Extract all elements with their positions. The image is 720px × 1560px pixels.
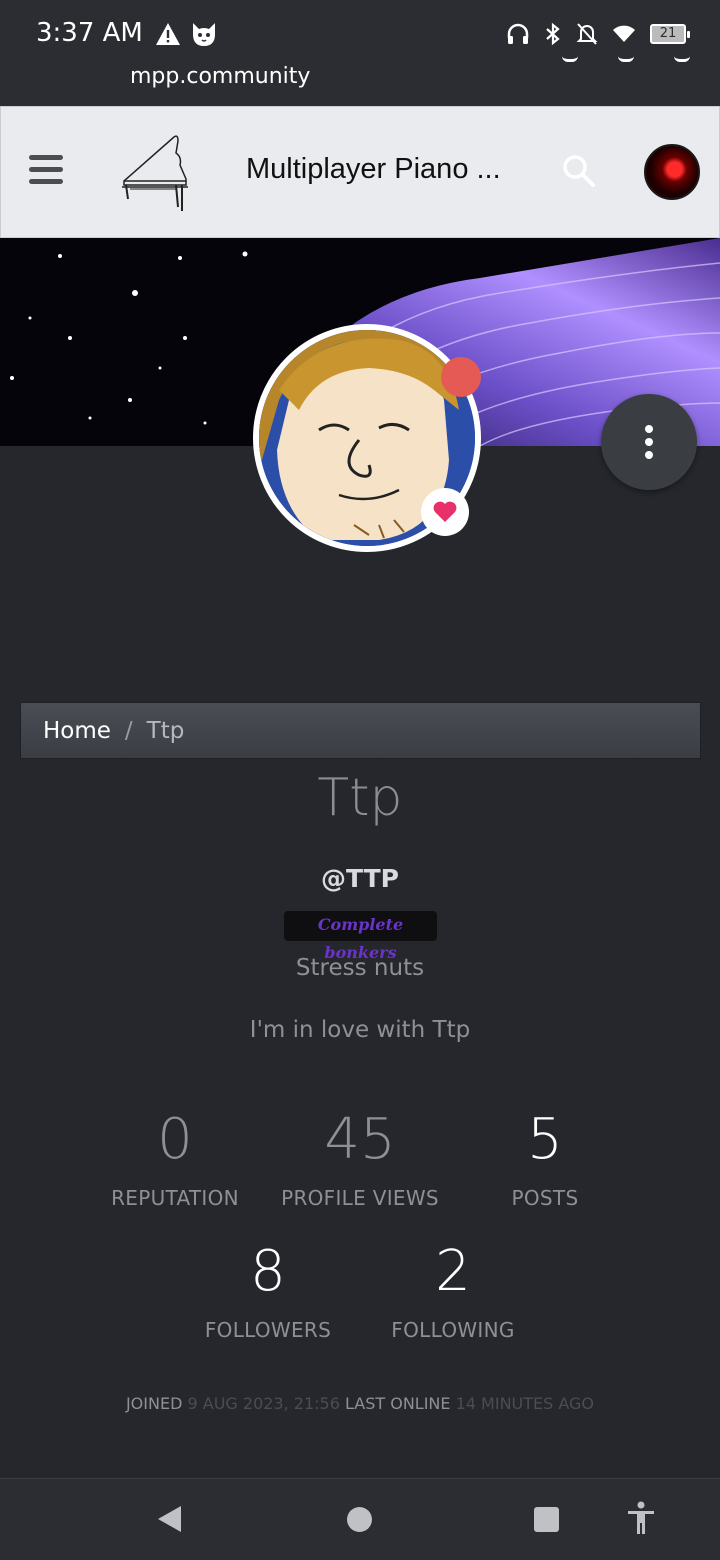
online-status-indicator (441, 357, 481, 397)
bluetooth-icon (546, 22, 560, 46)
profile-username: @TTP (320, 864, 399, 893)
back-icon[interactable] (157, 1505, 183, 1533)
recents-icon[interactable] (534, 1507, 559, 1532)
more-vertical-icon (645, 425, 653, 433)
stat-followers[interactable]: 8 FOLLOWERS (168, 1239, 368, 1343)
stat-label: FOLLOWERS (204, 1318, 332, 1342)
stat-label: POSTS (511, 1186, 579, 1210)
cat-icon (193, 23, 215, 46)
breadcrumb-current: Ttp (146, 717, 185, 744)
breadcrumb: Home / Ttp (20, 702, 701, 759)
wifi-icon (613, 25, 635, 42)
status-time: 3:37 AM (36, 18, 143, 48)
heart-icon[interactable] (421, 488, 469, 536)
stat-value: 2 (435, 1239, 471, 1304)
stat-label: REPUTATION (111, 1186, 239, 1210)
profile-display-name: Ttp (317, 768, 403, 828)
stat-profile-views: 45 PROFILE VIEWS (260, 1107, 460, 1211)
joined-value: 9 AUG 2023, 21:56 (187, 1394, 340, 1413)
breadcrumb-home-link[interactable]: Home (43, 718, 111, 744)
joined-label: JOINED (125, 1394, 183, 1413)
stat-label: FOLLOWING (391, 1318, 515, 1342)
browser-url-bar[interactable]: mpp.community (0, 56, 720, 106)
url-text[interactable]: mpp.community (130, 64, 310, 89)
last-online-label: LAST ONLINE (344, 1394, 451, 1413)
stat-label: PROFILE VIEWS (281, 1186, 439, 1210)
user-avatar[interactable] (644, 144, 700, 200)
url-action-icon[interactable] (674, 56, 690, 62)
last-online-value: 14 MINUTES AGO (455, 1394, 595, 1413)
user-group-badge[interactable]: Complete bonkers (284, 911, 437, 962)
accessibility-icon[interactable] (626, 1501, 656, 1535)
url-action-icon[interactable] (562, 56, 578, 62)
notifications-off-icon (576, 23, 598, 45)
stat-posts[interactable]: 5 POSTS (445, 1107, 645, 1211)
stat-value: 8 (250, 1239, 286, 1304)
url-action-icon[interactable] (618, 56, 634, 62)
profile-tagline: Stress nuts (295, 955, 425, 981)
url-bar-actions (562, 56, 690, 62)
more-options-button[interactable] (601, 394, 697, 490)
menu-icon[interactable] (29, 155, 63, 185)
battery-icon: 21 (650, 24, 690, 44)
search-icon[interactable] (560, 152, 598, 190)
stat-reputation: 0 REPUTATION (75, 1107, 275, 1211)
site-title[interactable]: Multiplayer Piano ... (246, 153, 501, 186)
stat-value: 0 (157, 1107, 193, 1172)
stat-value: 5 (527, 1107, 563, 1172)
profile-about-me: I'm in love with Ttp (249, 1017, 471, 1043)
headphones-icon (507, 23, 529, 44)
warning-icon (156, 23, 180, 45)
profile-meta: JOINED 9 AUG 2023, 21:56 LAST ONLINE 14 … (0, 1394, 720, 1413)
piano-logo[interactable] (116, 129, 192, 213)
stat-following[interactable]: 2 FOLLOWING (353, 1239, 553, 1343)
home-icon[interactable] (347, 1507, 372, 1532)
breadcrumb-separator: / (124, 717, 133, 744)
system-nav-bar (0, 1478, 720, 1560)
stat-value: 45 (324, 1107, 396, 1172)
app-header: Multiplayer Piano ... (0, 106, 720, 238)
